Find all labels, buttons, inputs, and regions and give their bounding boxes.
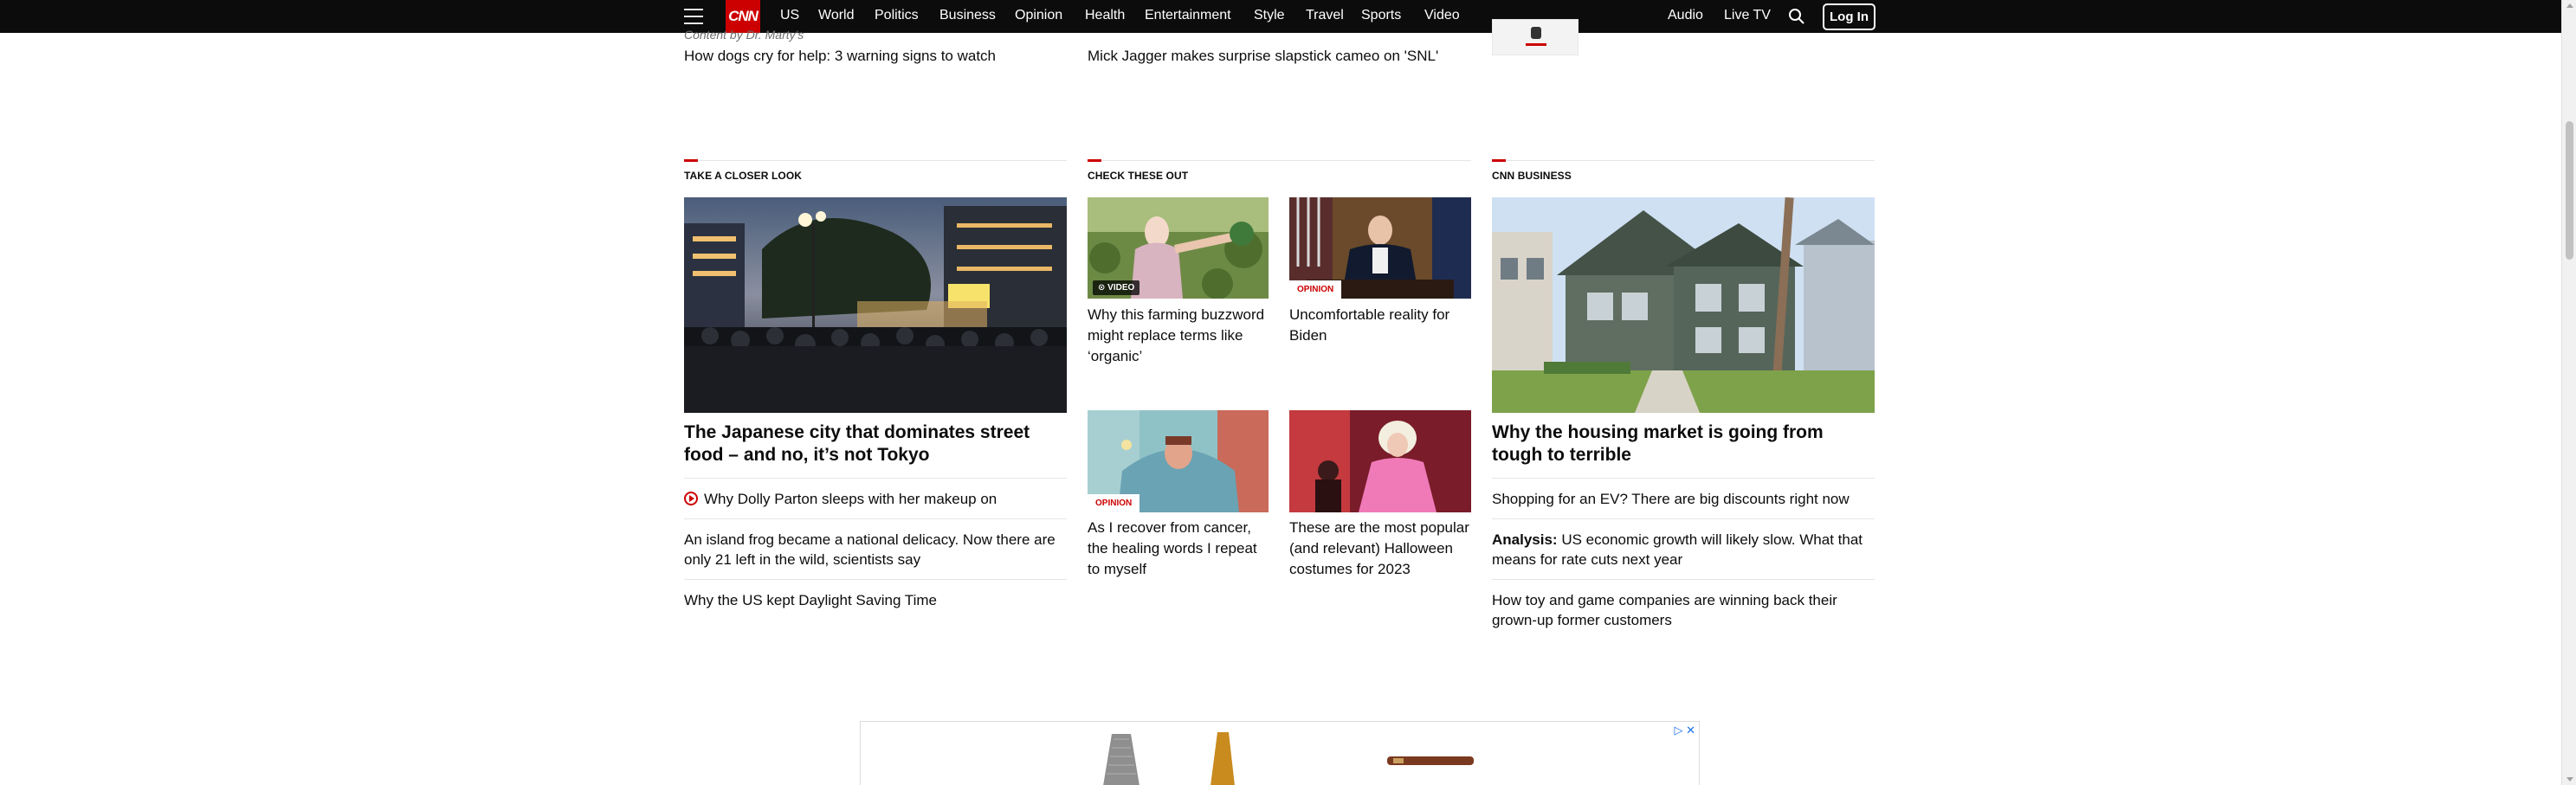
- link-ev-discounts[interactable]: Shopping for an EV? There are big discou…: [1492, 489, 1875, 509]
- opinion-badge: OPINION: [1289, 280, 1342, 299]
- list-divider: [1492, 518, 1875, 519]
- list-divider: [1492, 478, 1875, 479]
- biden-image[interactable]: OPINION: [1289, 197, 1471, 299]
- list-divider: [684, 478, 1067, 479]
- nav-audio[interactable]: Audio: [1668, 8, 1703, 23]
- headline-housing-market[interactable]: Why the housing market is going from tou…: [1492, 421, 1873, 466]
- list-item[interactable]: Why Dolly Parton sleeps with her makeup …: [684, 489, 1067, 509]
- housing-market-image[interactable]: [1492, 197, 1875, 413]
- nav-entertainment[interactable]: Entertainment: [1145, 8, 1231, 23]
- scroll-down-arrow-icon[interactable]: [2566, 777, 2573, 782]
- caption-cancer-recovery[interactable]: As I recover from cancer, the healing wo…: [1088, 518, 1269, 580]
- list-divider: [684, 579, 1067, 580]
- link-daylight-saving[interactable]: Why the US kept Daylight Saving Time: [684, 590, 1067, 610]
- list-divider: [1492, 579, 1875, 580]
- top-navigation: CNN US World Politics Business Opinion H…: [0, 0, 2561, 33]
- section-title-cnn-business: CNN Business: [1492, 170, 1572, 182]
- scrollbar[interactable]: [2561, 0, 2576, 785]
- list-divider: [684, 518, 1067, 519]
- article-link-dogs[interactable]: How dogs cry for help: 3 warning signs t…: [684, 48, 996, 65]
- thumbnail-image[interactable]: [1492, 19, 1579, 55]
- caption-halloween[interactable]: These are the most popular (and relevant…: [1289, 518, 1471, 580]
- video-badge: ⊙ VIDEO: [1093, 280, 1140, 295]
- section-title-closer-look: Take a closer look: [684, 170, 803, 182]
- nav-politics[interactable]: Politics: [875, 8, 919, 23]
- search-icon[interactable]: [1788, 8, 1805, 25]
- caption-farming-buzzword[interactable]: Why this farming buzzword might replace …: [1088, 305, 1269, 367]
- nav-sports[interactable]: Sports: [1361, 8, 1401, 23]
- ad-product-images[interactable]: [861, 722, 1701, 785]
- nav-health[interactable]: Health: [1085, 8, 1125, 23]
- section-divider: [1088, 160, 1471, 161]
- nav-opinion[interactable]: Opinion: [1015, 8, 1062, 23]
- play-video-icon: [684, 492, 698, 505]
- analysis-label: Analysis:: [1492, 531, 1558, 548]
- section-accent: [684, 159, 698, 162]
- nav-video[interactable]: Video: [1424, 8, 1460, 23]
- nav-us[interactable]: US: [780, 8, 799, 23]
- link-toy-companies[interactable]: How toy and game companies are winning b…: [1492, 590, 1875, 630]
- article-link-jagger[interactable]: Mick Jagger makes surprise slapstick cam…: [1088, 48, 1438, 65]
- cancer-illustration-image[interactable]: OPINION: [1088, 410, 1269, 512]
- nav-world[interactable]: World: [818, 8, 855, 23]
- scroll-up-arrow-icon[interactable]: [2566, 3, 2573, 8]
- link-economic-growth[interactable]: Analysis: US economic growth will likely…: [1492, 530, 1875, 569]
- scroll-thumb[interactable]: [2566, 121, 2573, 260]
- login-button[interactable]: Log In: [1823, 3, 1876, 30]
- headline-japanese-city[interactable]: The Japanese city that dominates street …: [684, 421, 1065, 466]
- ad-choices-icon[interactable]: ▷ ✕: [1674, 724, 1695, 737]
- halloween-costumes-image[interactable]: [1289, 410, 1471, 512]
- nav-business[interactable]: Business: [939, 8, 996, 23]
- opinion-badge: OPINION: [1088, 494, 1140, 512]
- nav-live-tv[interactable]: Live TV: [1724, 8, 1771, 23]
- section-accent: [1492, 159, 1506, 162]
- farming-image[interactable]: ⊙ VIDEO: [1088, 197, 1269, 299]
- link-island-frog[interactable]: An island frog became a national delicac…: [684, 530, 1067, 569]
- section-divider: [1492, 160, 1875, 161]
- menu-icon[interactable]: [684, 9, 703, 24]
- japanese-street-food-image[interactable]: [684, 197, 1067, 413]
- section-accent: [1088, 159, 1101, 162]
- caption-biden[interactable]: Uncomfortable reality for Biden: [1289, 305, 1471, 346]
- sponsor-label: Content by Dr. Marty's: [684, 28, 804, 42]
- section-divider: [684, 160, 1067, 161]
- advertisement-banner[interactable]: ▷ ✕: [860, 721, 1700, 785]
- nav-style[interactable]: Style: [1254, 8, 1285, 23]
- link-dolly-parton[interactable]: Why Dolly Parton sleeps with her makeup …: [704, 491, 997, 507]
- nav-travel[interactable]: Travel: [1306, 8, 1344, 23]
- section-title-check-these-out: Check these out: [1088, 170, 1189, 182]
